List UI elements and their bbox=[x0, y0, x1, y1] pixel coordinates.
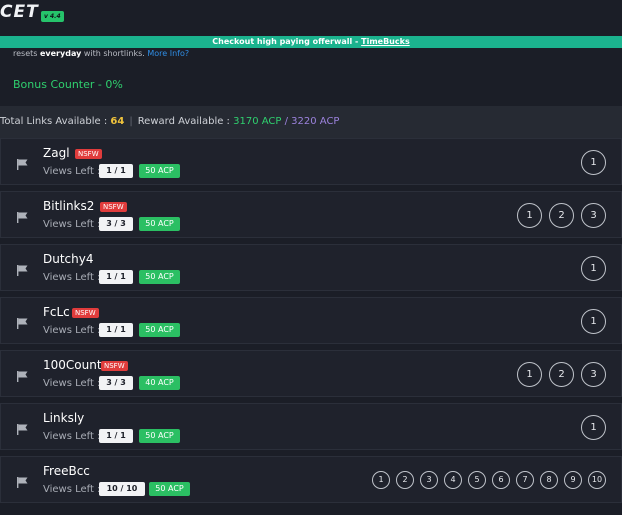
reward-badge: 50 ACP bbox=[139, 164, 180, 178]
offerwall-banner: Checkout high paying offerwall - TimeBuc… bbox=[0, 36, 622, 48]
view-button[interactable]: 6 bbox=[492, 471, 510, 489]
link-name: Linksly bbox=[43, 411, 85, 425]
reward-label: Reward Available : bbox=[137, 116, 234, 127]
desc-suffix: with shortlinks. bbox=[81, 49, 148, 58]
view-button[interactable]: 1 bbox=[581, 415, 606, 440]
reward-total-value: 3220 ACP bbox=[291, 116, 340, 127]
view-button[interactable]: 3 bbox=[581, 362, 606, 387]
views-left-label: Views Left : bbox=[43, 219, 101, 230]
reward-badge: 50 ACP bbox=[139, 429, 180, 443]
version-badge: v 4.4 bbox=[41, 11, 64, 22]
view-button[interactable]: 2 bbox=[396, 471, 414, 489]
reward-badge: 50 ACP bbox=[139, 323, 180, 337]
views-left-label: Views Left : bbox=[43, 325, 101, 336]
nsfw-badge: NSFW bbox=[75, 149, 102, 159]
flag-icon[interactable] bbox=[16, 474, 29, 493]
view-button[interactable]: 1 bbox=[372, 471, 390, 489]
link-row: 100Count NSFW Views Left :3 / 3 40 ACP 1 2 3 bbox=[0, 350, 622, 397]
flag-icon[interactable] bbox=[16, 421, 29, 440]
view-button[interactable]: 1 bbox=[581, 150, 606, 175]
total-links-label: Total Links Available : bbox=[0, 116, 111, 127]
shortlinks-description: resets everyday with shortlinks. More In… bbox=[13, 49, 189, 58]
flag-icon[interactable] bbox=[16, 368, 29, 387]
desc-prefix: resets bbox=[13, 49, 40, 58]
stats-separator: | bbox=[129, 116, 133, 127]
view-button[interactable]: 9 bbox=[564, 471, 582, 489]
flag-icon[interactable] bbox=[16, 209, 29, 228]
link-row: FreeBcc Views Left :10 / 10 50 ACP 1 2 3 4 5 6 7 8… bbox=[0, 456, 622, 503]
views-left-count: 1 / 1 bbox=[99, 270, 133, 284]
link-name: Bitlinks2 bbox=[43, 199, 95, 213]
reward-badge: 50 ACP bbox=[139, 217, 180, 231]
nsfw-badge: NSFW bbox=[72, 308, 99, 318]
link-row: Linksly Views Left :1 / 1 50 ACP 1 bbox=[0, 403, 622, 450]
views-left-count: 1 / 1 bbox=[99, 429, 133, 443]
view-button[interactable]: 2 bbox=[549, 203, 574, 228]
link-row: Bitlinks2 NSFW Views Left :3 / 3 50 ACP 1 2 3 bbox=[0, 191, 622, 238]
link-name: FcLc bbox=[43, 305, 70, 319]
timebucks-link[interactable]: TimeBucks bbox=[361, 37, 410, 46]
view-button[interactable]: 4 bbox=[444, 471, 462, 489]
view-button[interactable]: 1 bbox=[581, 309, 606, 334]
view-button[interactable]: 1 bbox=[517, 362, 542, 387]
link-name: Dutchy4 bbox=[43, 252, 94, 266]
flag-icon[interactable] bbox=[16, 315, 29, 334]
link-name: 100Count bbox=[43, 358, 102, 372]
views-left-label: Views Left : bbox=[43, 431, 101, 442]
banner-text: Checkout high paying offerwall - bbox=[212, 37, 362, 46]
view-button[interactable]: 3 bbox=[420, 471, 438, 489]
view-button[interactable]: 5 bbox=[468, 471, 486, 489]
view-button[interactable]: 1 bbox=[581, 256, 606, 281]
reward-slash: / bbox=[281, 116, 292, 127]
link-row: FcLc NSFW Views Left :1 / 1 50 ACP 1 bbox=[0, 297, 622, 344]
reward-badge: 50 ACP bbox=[149, 482, 190, 496]
views-left-label: Views Left : bbox=[43, 378, 101, 389]
total-links-count: 64 bbox=[110, 116, 125, 127]
views-left-label: Views Left : bbox=[43, 484, 101, 495]
view-button[interactable]: 3 bbox=[581, 203, 606, 228]
views-left-label: Views Left : bbox=[43, 272, 101, 283]
stats-bar: Total Links Available : 64 | Reward Availa… bbox=[0, 106, 622, 138]
views-left-count: 10 / 10 bbox=[99, 482, 145, 496]
views-left-label: Views Left : bbox=[43, 166, 101, 177]
link-name: FreeBcc bbox=[43, 464, 90, 478]
bonus-counter: Bonus Counter - 0% bbox=[13, 78, 123, 91]
views-left-count: 3 / 3 bbox=[99, 376, 133, 390]
reward-available-value: 3170 ACP bbox=[233, 116, 282, 127]
flag-icon[interactable] bbox=[16, 156, 29, 175]
flag-icon[interactable] bbox=[16, 262, 29, 281]
link-name: Zagl bbox=[43, 146, 70, 160]
reward-badge: 50 ACP bbox=[139, 270, 180, 284]
view-button[interactable]: 8 bbox=[540, 471, 558, 489]
desc-bold: everyday bbox=[39, 49, 82, 58]
app-logo[interactable]: CET bbox=[0, 2, 39, 22]
link-row: Dutchy4 Views Left :1 / 1 50 ACP 1 bbox=[0, 244, 622, 291]
views-left-count: 3 / 3 bbox=[99, 217, 133, 231]
top-bar: CET v 4.4 bbox=[0, 0, 622, 36]
views-left-count: 1 / 1 bbox=[99, 323, 133, 337]
more-info-link[interactable]: More Info? bbox=[147, 49, 189, 58]
views-left-count: 1 / 1 bbox=[99, 164, 133, 178]
view-button[interactable]: 2 bbox=[549, 362, 574, 387]
view-button[interactable]: 1 bbox=[517, 203, 542, 228]
reward-badge: 40 ACP bbox=[139, 376, 180, 390]
nsfw-badge: NSFW bbox=[101, 361, 128, 371]
view-button[interactable]: 7 bbox=[516, 471, 534, 489]
nsfw-badge: NSFW bbox=[100, 202, 127, 212]
link-row: Zagl NSFW Views Left :1 / 1 50 ACP 1 bbox=[0, 138, 622, 185]
view-button[interactable]: 10 bbox=[588, 471, 606, 489]
